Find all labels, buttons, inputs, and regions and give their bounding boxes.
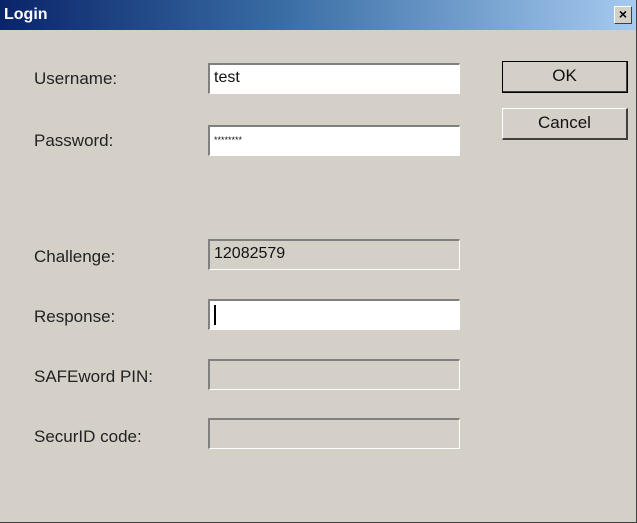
username-input[interactable]: test: [208, 63, 460, 94]
password-input[interactable]: ********: [208, 125, 460, 156]
response-label: Response:: [34, 307, 116, 326]
window-title: Login: [4, 6, 48, 23]
challenge-value: 12082579: [214, 245, 286, 262]
close-icon: ×: [618, 6, 628, 22]
challenge-field: 12082579: [208, 239, 460, 270]
cancel-button[interactable]: Cancel: [502, 108, 628, 140]
close-button[interactable]: ×: [614, 6, 632, 24]
safeword-pin-label: SAFEword PIN:: [34, 367, 154, 386]
text-caret: [214, 305, 216, 325]
password-value: ********: [214, 135, 243, 145]
ok-button[interactable]: OK: [502, 61, 628, 93]
securid-code-label: SecurID code:: [34, 427, 142, 446]
challenge-label: Challenge:: [34, 247, 116, 266]
response-input[interactable]: [208, 299, 460, 330]
login-dialog: Login × Username: test Password: *******…: [0, 0, 637, 523]
safeword-pin-input: [208, 359, 460, 390]
title-bar[interactable]: Login ×: [0, 0, 636, 30]
securid-code-input: [208, 418, 460, 449]
password-label: Password:: [34, 131, 114, 150]
username-value: test: [214, 69, 240, 86]
username-label: Username:: [34, 69, 118, 88]
